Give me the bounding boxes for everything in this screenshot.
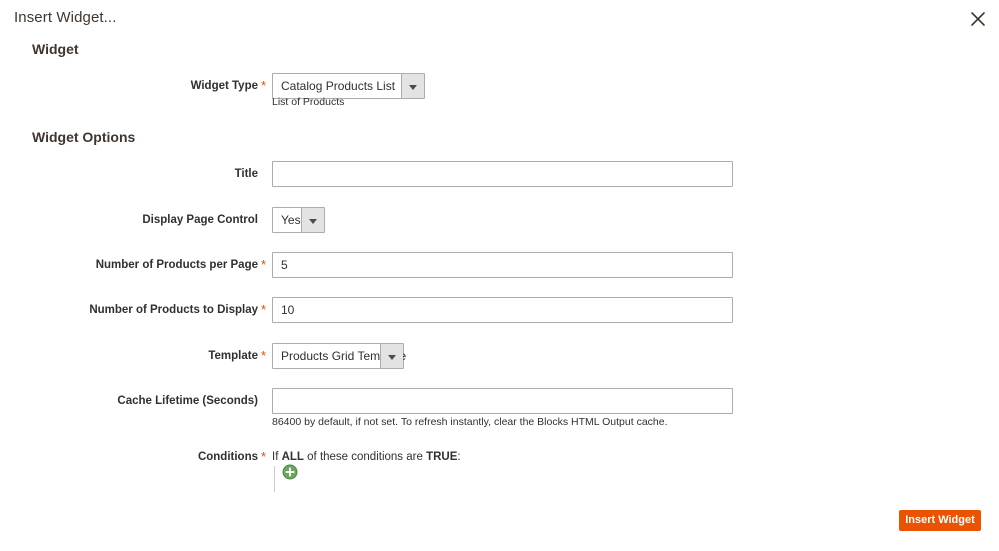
close-icon[interactable] xyxy=(965,6,991,32)
modal-title: Insert Widget... xyxy=(14,9,117,26)
label-conditions: Conditions xyxy=(197,451,258,463)
conditions-suffix: : xyxy=(457,451,461,463)
chevron-down-icon xyxy=(301,208,324,232)
close-icon-glyph xyxy=(971,12,985,26)
add-circle-icon-glyph xyxy=(282,464,298,480)
field-row-template: Template * Products Grid Template xyxy=(0,343,999,373)
select-template[interactable]: Products Grid Template xyxy=(272,343,406,369)
field-row-widget-type: Widget Type * Catalog Products List xyxy=(0,73,999,103)
conditions-sentence: If ALL of these conditions are TRUE: xyxy=(272,444,461,470)
select-display-page-control[interactable]: Yes xyxy=(272,207,325,233)
products-to-display-input[interactable] xyxy=(272,297,733,323)
field-row-conditions: Conditions * If ALL of these conditions … xyxy=(0,444,999,492)
title-input[interactable] xyxy=(272,161,733,187)
control-cache-lifetime xyxy=(272,388,733,414)
label-products-per-page: Number of Products per Page xyxy=(95,259,258,271)
chevron-down-icon xyxy=(380,344,403,368)
control-products-to-display xyxy=(272,297,733,323)
conditions-rule-line xyxy=(274,466,275,492)
modal-header: Insert Widget... xyxy=(0,0,999,36)
conditions-truth[interactable]: TRUE xyxy=(426,451,457,463)
field-row-cache-lifetime: Cache Lifetime (Seconds) xyxy=(0,388,999,418)
conditions-prefix: If xyxy=(272,451,279,463)
add-circle-icon[interactable] xyxy=(282,464,298,480)
label-template: Template xyxy=(208,350,258,362)
note-cache-lifetime: 86400 by default, if not set. To refresh… xyxy=(272,416,668,428)
required-marker-products-to-display: * xyxy=(261,302,267,317)
cache-lifetime-input[interactable] xyxy=(272,388,733,414)
control-display-page-control: Yes xyxy=(272,207,325,238)
conditions-middle: of these conditions are xyxy=(307,451,423,463)
field-row-products-to-display: Number of Products to Display * xyxy=(0,297,999,327)
field-row-products-per-page: Number of Products per Page * xyxy=(0,252,999,282)
field-row-display-page-control: Display Page Control Yes xyxy=(0,207,999,237)
control-products-per-page xyxy=(272,252,733,278)
products-per-page-input[interactable] xyxy=(272,252,733,278)
label-display-page-control: Display Page Control xyxy=(142,214,258,226)
conditions-aggregator[interactable]: ALL xyxy=(282,451,304,463)
chevron-down-icon xyxy=(401,74,424,98)
field-row-title: Title xyxy=(0,161,999,191)
label-cache-lifetime: Cache Lifetime (Seconds) xyxy=(117,395,258,407)
required-marker-conditions: * xyxy=(261,449,267,464)
control-template: Products Grid Template xyxy=(272,343,406,374)
required-marker-widget-type: * xyxy=(261,78,267,93)
required-marker-products-per-page: * xyxy=(261,257,267,272)
required-marker-template: * xyxy=(261,348,267,363)
control-title xyxy=(272,161,733,187)
label-title: Title xyxy=(234,168,258,180)
select-widget-type-value: Catalog Products List xyxy=(281,79,396,93)
label-products-to-display: Number of Products to Display xyxy=(89,304,258,316)
insert-widget-button[interactable]: Insert Widget xyxy=(899,510,981,531)
select-display-page-control-value: Yes xyxy=(281,213,301,227)
section-heading-widget-options: Widget Options xyxy=(32,129,136,145)
section-heading-widget: Widget xyxy=(32,41,79,57)
note-widget-type: List of Products xyxy=(272,96,345,108)
label-widget-type: Widget Type xyxy=(190,80,258,92)
